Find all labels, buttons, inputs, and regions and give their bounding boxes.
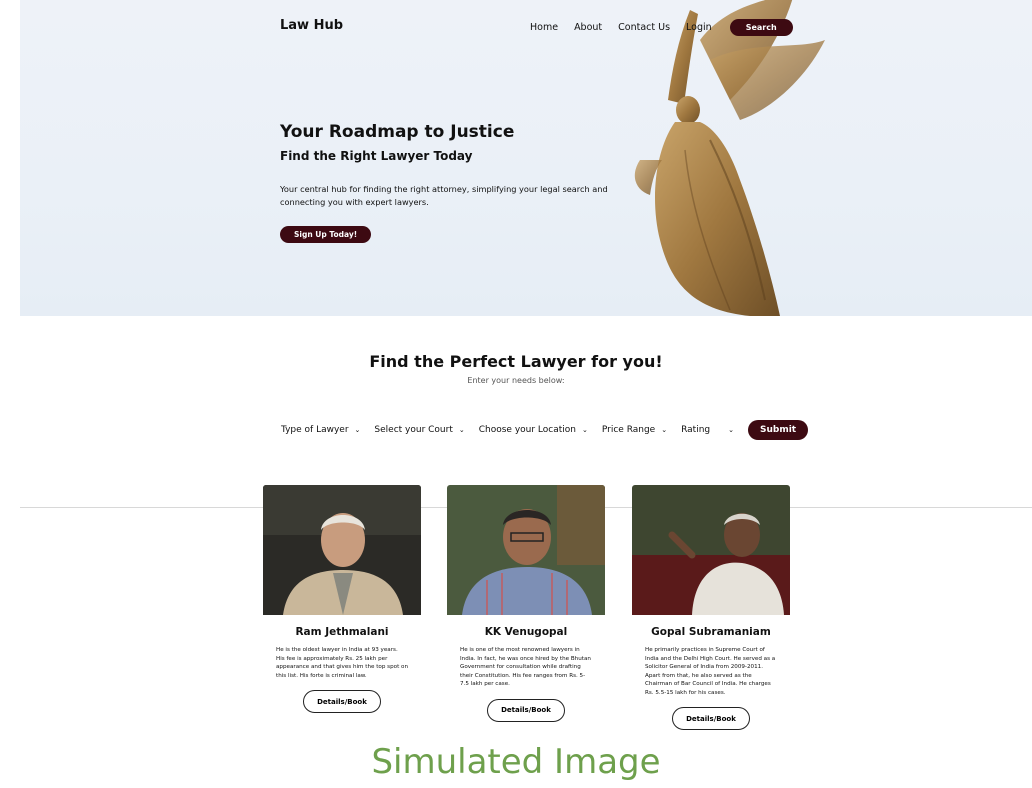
filter-label: Rating — [681, 425, 711, 435]
search-button[interactable]: Search — [729, 19, 793, 36]
lawyer-card: Gopal Subramaniam He primarily practices… — [632, 485, 790, 730]
filter-court[interactable]: Select your Court ⌄ — [374, 425, 464, 435]
hero-subtitle: Find the Right Lawyer Today — [280, 149, 473, 163]
winged-statue-image — [634, 0, 825, 316]
lawyer-name: Gopal Subramaniam — [651, 626, 771, 638]
filter-rating[interactable]: Rating ⌄ — [681, 425, 734, 435]
filter-label: Select your Court — [374, 425, 453, 435]
filter-location[interactable]: Choose your Location ⌄ — [479, 425, 588, 435]
chevron-down-icon: ⌄ — [728, 426, 734, 434]
chevron-down-icon: ⌄ — [354, 426, 361, 434]
lawyer-name: Ram Jethmalani — [295, 626, 389, 638]
site-logo[interactable]: Law Hub — [280, 18, 343, 33]
hero-description: Your central hub for finding the right a… — [280, 184, 608, 207]
find-lawyer-subtitle: Enter your needs below: — [467, 376, 565, 385]
nav-login-link[interactable]: Login — [686, 22, 712, 33]
nav-home-link[interactable]: Home — [530, 22, 558, 33]
sign-up-button[interactable]: Sign Up Today! — [280, 226, 372, 243]
details-book-button[interactable]: Details/Book — [672, 707, 750, 730]
chevron-down-icon: ⌄ — [661, 426, 668, 434]
lawyer-photo — [632, 485, 790, 615]
submit-button[interactable]: Submit — [748, 420, 809, 440]
chevron-down-icon: ⌄ — [458, 426, 465, 434]
lawyer-photo — [263, 485, 421, 615]
filter-label: Price Range — [601, 425, 656, 435]
filter-bar: Type of Lawyer ⌄ Select your Court ⌄ Cho… — [281, 420, 809, 440]
lawyer-photo — [447, 485, 605, 615]
lawyer-card: KK Venugopal He is one of the most renow… — [447, 485, 605, 722]
nav-about-link[interactable]: About — [574, 22, 602, 33]
lawyer-description: He primarily practices in Supreme Court … — [645, 647, 776, 696]
details-book-button[interactable]: Details/Book — [487, 698, 565, 722]
hero-title: Your Roadmap to Justice — [280, 122, 515, 142]
details-book-button[interactable]: Details/Book — [303, 690, 381, 713]
filter-label: Choose your Location — [478, 425, 576, 435]
chevron-down-icon: ⌄ — [582, 426, 588, 434]
hero-section: Law Hub Home About Contact Us Login Sear… — [20, 0, 1032, 316]
lawyer-description: He is the oldest lawyer in India at 93 y… — [276, 647, 409, 679]
lawyer-card: Ram Jethmalani He is the oldest lawyer i… — [263, 485, 421, 713]
simulated-image-watermark: Simulated Image — [371, 742, 661, 782]
nav-contact-link[interactable]: Contact Us — [618, 22, 670, 33]
lawyer-name: KK Venugopal — [484, 626, 568, 638]
find-lawyer-title: Find the Perfect Lawyer for you! — [369, 352, 663, 371]
filter-label: Type of Lawyer — [281, 425, 349, 435]
filter-type-of-lawyer[interactable]: Type of Lawyer ⌄ — [281, 425, 360, 435]
filter-price-range[interactable]: Price Range ⌄ — [602, 425, 667, 435]
lawyer-description: He is one of the most renowned lawyers i… — [460, 647, 591, 687]
main-nav: Home About Contact Us Login Search — [530, 19, 793, 36]
